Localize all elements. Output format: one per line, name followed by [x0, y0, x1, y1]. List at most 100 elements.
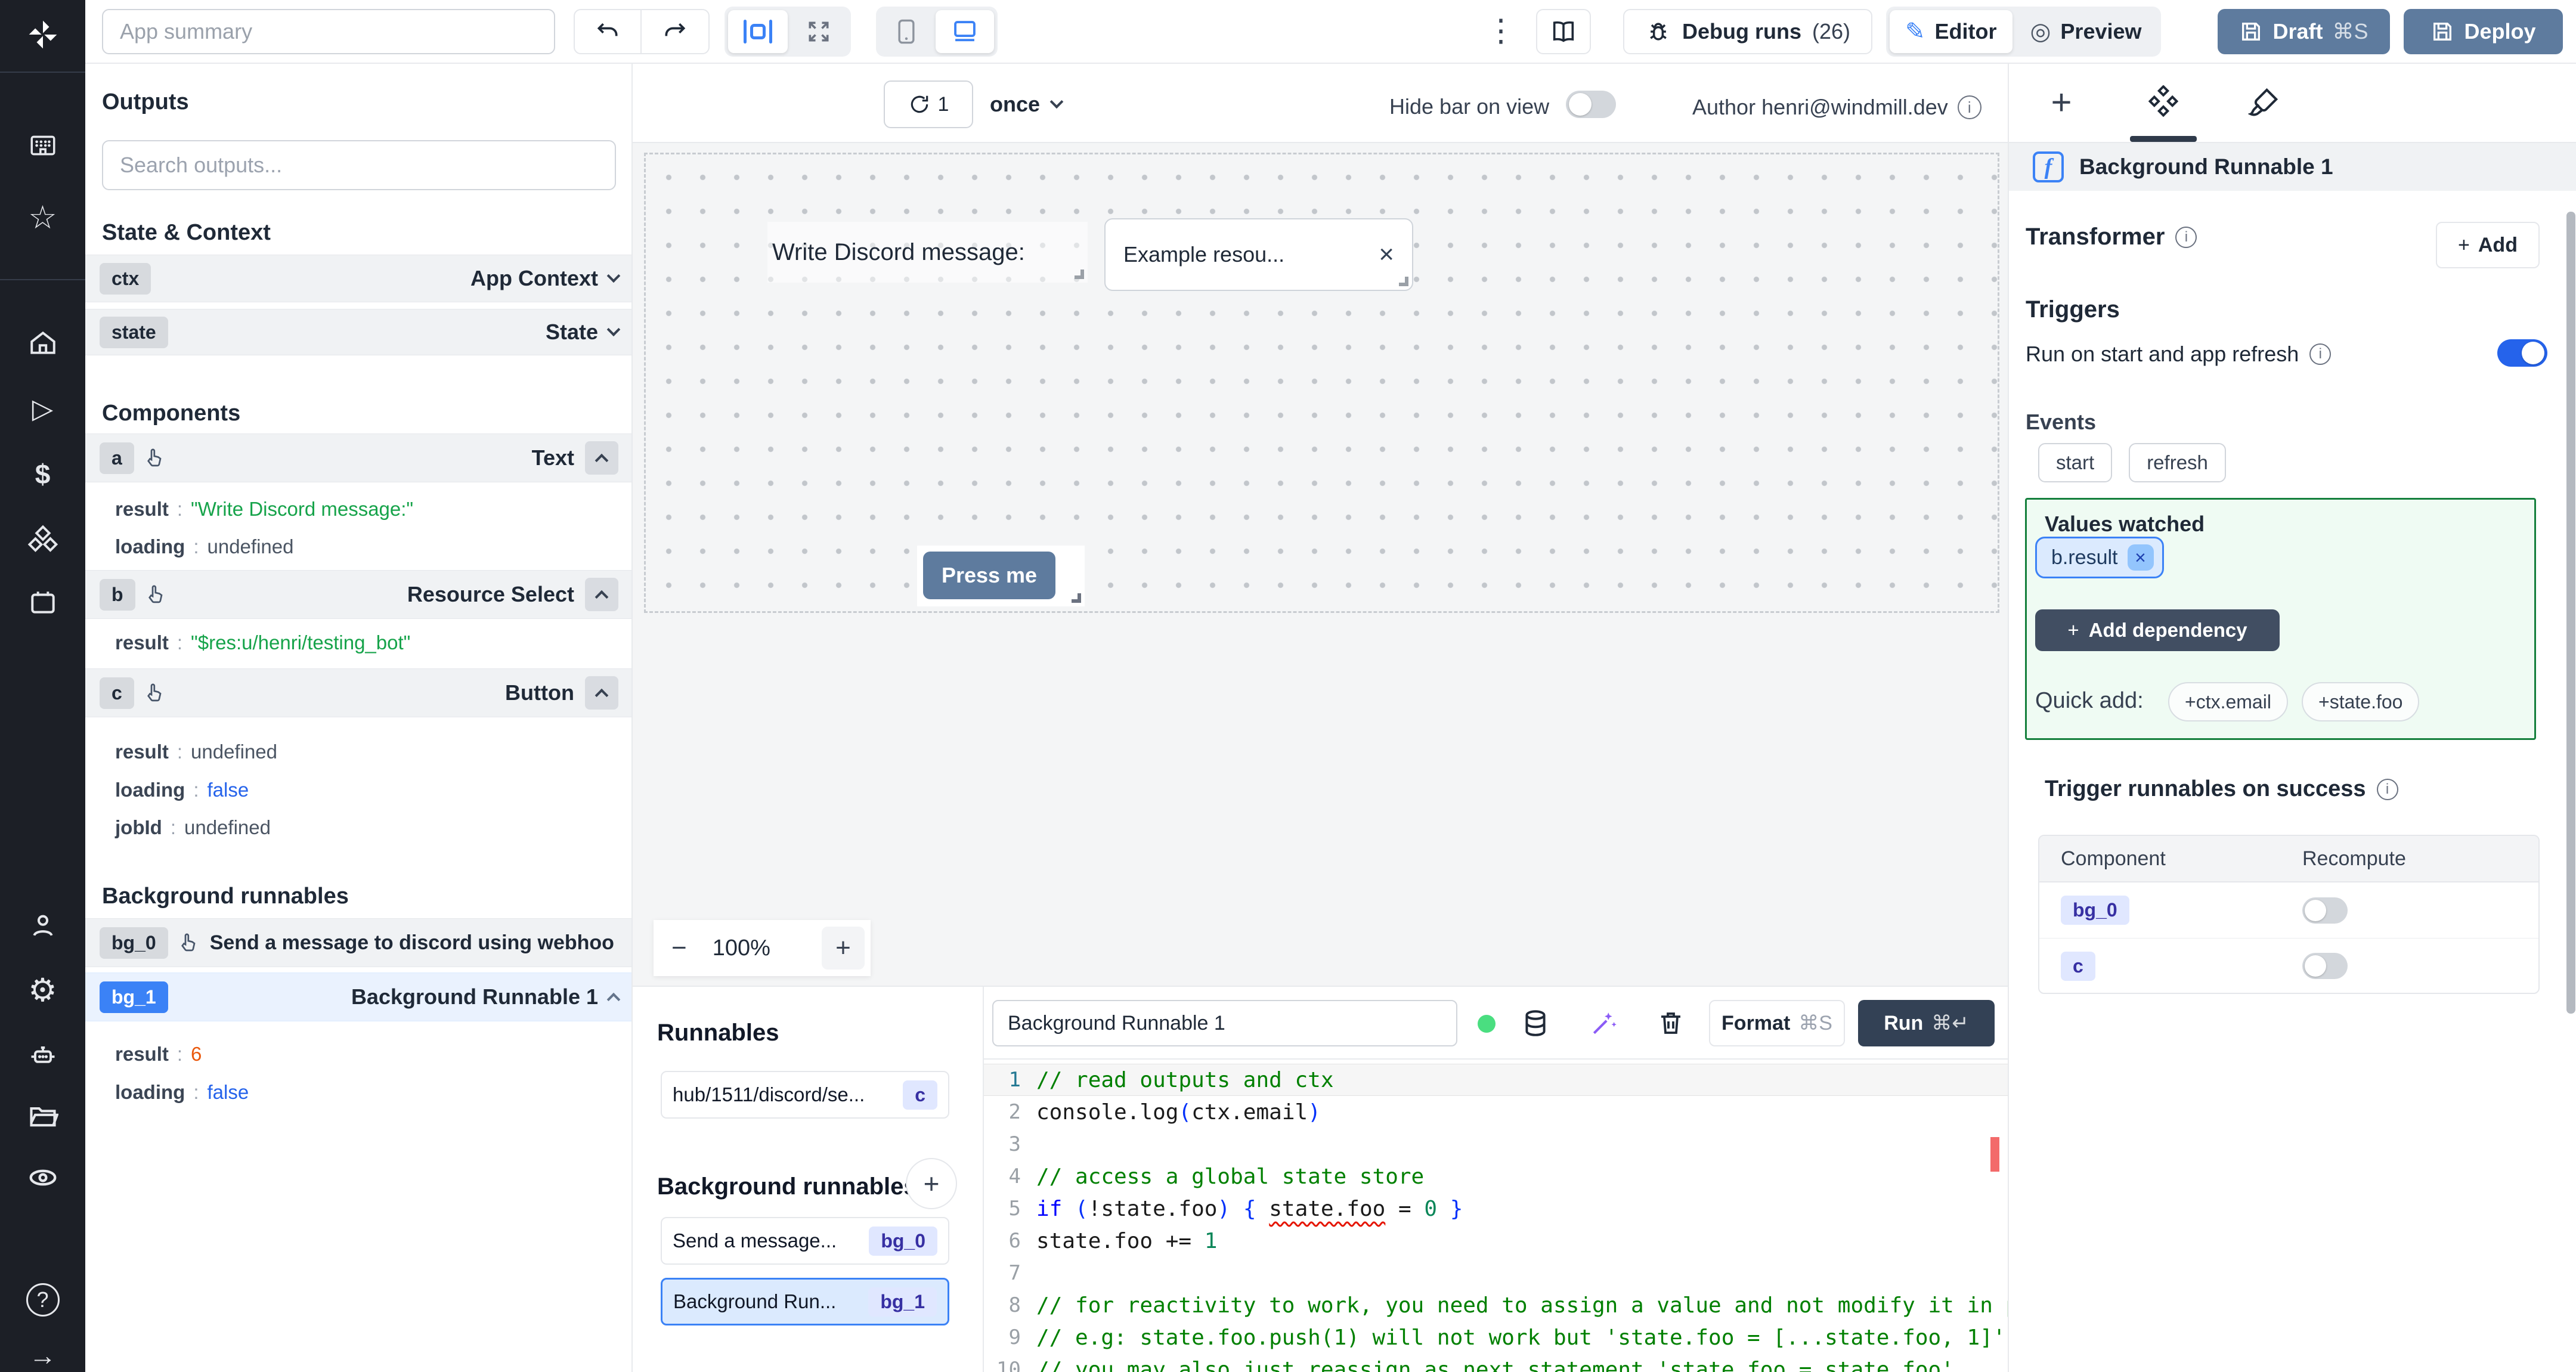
format-button[interactable]: Format ⌘S — [1709, 1000, 1845, 1046]
refresh-count-button[interactable]: 1 — [884, 80, 973, 128]
favorites-star-icon[interactable]: ☆ — [0, 196, 85, 238]
tab-component-settings[interactable] — [2140, 78, 2187, 126]
workers-robot-icon[interactable] — [0, 1035, 85, 1076]
remove-watched-icon[interactable]: × — [2127, 544, 2154, 571]
app-summary-input[interactable] — [102, 9, 555, 54]
clear-selection-icon[interactable]: × — [1379, 240, 1394, 270]
database-icon[interactable] — [1521, 1008, 1550, 1038]
button-component-c-cell[interactable]: Press me — [917, 546, 1085, 606]
schedules-calendar-icon[interactable] — [0, 581, 85, 623]
help-icon[interactable]: ? — [0, 1279, 85, 1321]
resources-cubes-icon[interactable] — [0, 519, 85, 560]
watched-value-chip[interactable]: b.result × — [2035, 537, 2164, 578]
code-area[interactable]: 1// read outputs and ctx 2 console.log(ct… — [984, 1060, 2008, 1372]
press-me-button[interactable]: Press me — [923, 552, 1055, 599]
run-shortcut: ⌘↵ — [1931, 1012, 1969, 1035]
component-b-header[interactable]: b Resource Select — [85, 570, 631, 619]
run-button[interactable]: Run ⌘↵ — [1858, 1000, 1995, 1046]
dollar-icon[interactable]: $ — [0, 453, 85, 495]
add-dependency-button[interactable]: + Add dependency — [2035, 609, 2280, 651]
settings-gear-icon[interactable]: ⚙ — [0, 969, 85, 1011]
info-icon[interactable]: i — [1957, 95, 1981, 119]
search-outputs-input[interactable] — [102, 140, 616, 190]
component-a-header[interactable]: a Text — [85, 433, 631, 482]
draft-button[interactable]: Draft ⌘S — [2218, 9, 2390, 54]
run-on-start-toggle[interactable] — [2497, 339, 2547, 367]
text-component-a[interactable]: Write Discord message: — [767, 222, 1088, 283]
code-line: 9// e.g: state.foo.push(1) will not work… — [1008, 1325, 2006, 1350]
user-icon[interactable] — [0, 905, 85, 946]
info-icon: i — [2309, 343, 2332, 365]
resize-handle[interactable] — [1399, 277, 1408, 286]
collapse-button[interactable] — [585, 578, 618, 611]
hide-bar-toggle[interactable] — [1566, 91, 1616, 118]
docs-book-button[interactable] — [1536, 9, 1591, 54]
selected-runnable-title: Background Runnable 1 — [2079, 154, 2333, 179]
debug-runs-button[interactable]: Debug runs (26) — [1623, 9, 1872, 54]
collapse-button[interactable] — [585, 676, 618, 710]
tab-editor[interactable]: ✎ Editor — [1890, 10, 2012, 53]
redo-button[interactable] — [642, 10, 708, 53]
device-toggle-group — [876, 7, 998, 57]
resource-select-value: Example resou... — [1123, 242, 1285, 267]
ctx-row[interactable]: ctx App Context — [85, 255, 631, 302]
tab-add-component[interactable]: + — [2038, 78, 2085, 126]
deploy-button[interactable]: Deploy — [2404, 9, 2563, 54]
resize-handle[interactable] — [1075, 270, 1084, 279]
state-row[interactable]: state State — [85, 309, 631, 355]
bg0-card-label: Send a message... — [673, 1229, 837, 1252]
collapse-button[interactable] — [585, 441, 618, 475]
ai-wand-icon[interactable] — [1589, 1008, 1619, 1038]
more-menu-icon[interactable]: ⋮ — [1485, 13, 1518, 49]
delete-trash-icon[interactable] — [1657, 1008, 1685, 1037]
zoom-in-icon[interactable]: + — [822, 927, 865, 970]
resource-select-component-b[interactable]: Example resou... × — [1104, 218, 1413, 291]
zoom-out-icon[interactable]: − — [671, 933, 687, 963]
runnables-panel: Runnables hub/1511/discord/se... c Backg… — [633, 986, 984, 1372]
quick-add-ctx-email-label: +ctx.email — [2185, 690, 2271, 713]
runs-play-icon[interactable]: ▷ — [0, 388, 85, 429]
status-dot — [1478, 1015, 1496, 1033]
component-a-type: Text — [531, 445, 574, 470]
bg1-badge: bg_1 — [100, 981, 168, 1013]
pencil-icon: ✎ — [1905, 18, 1925, 45]
home-icon[interactable] — [0, 322, 85, 364]
recompute-toggle[interactable] — [2302, 953, 2348, 979]
triggers-title: Triggers — [2026, 296, 2120, 323]
hub-runnable-label: hub/1511/discord/se... — [673, 1083, 865, 1105]
component-c-header[interactable]: c Button — [85, 668, 631, 717]
resize-handle[interactable] — [1072, 593, 1081, 603]
bg0-header[interactable]: bg_0 Send a message to discord using web… — [85, 918, 631, 967]
quick-add-state-foo[interactable]: +state.foo — [2302, 682, 2420, 721]
hub-runnable-card[interactable]: hub/1511/discord/se... c — [661, 1071, 949, 1119]
runnable-name-input[interactable] — [992, 1000, 1457, 1046]
col-recompute: Recompute — [2302, 847, 2406, 870]
collapse-arrow-icon[interactable]: → — [0, 1334, 85, 1372]
expand-layout-button[interactable] — [790, 10, 847, 53]
output-field: result: "$res:u/henri/testing_bot" — [115, 631, 411, 654]
bg0-runnable-card[interactable]: Send a message... bg_0 — [661, 1217, 949, 1265]
bg1-header[interactable]: bg_1 Background Runnable 1 — [85, 973, 631, 1021]
layout-toggle-group — [724, 7, 851, 57]
schedule-dropdown[interactable]: once — [990, 80, 1064, 128]
center-layout-button[interactable] — [728, 10, 788, 53]
recompute-toggle[interactable] — [2302, 897, 2348, 924]
output-field: result:6 — [115, 1043, 202, 1065]
undo-button[interactable] — [575, 10, 642, 53]
apps-grid-icon[interactable] — [0, 125, 85, 166]
folders-icon[interactable] — [0, 1095, 85, 1137]
add-transformer-button[interactable]: + Add — [2436, 222, 2540, 268]
right-panel-scrollbar[interactable] — [2566, 212, 2575, 1014]
mobile-view-button[interactable] — [880, 10, 933, 53]
windmill-logo-icon[interactable] — [0, 14, 85, 55]
quick-add-ctx-email[interactable]: +ctx.email — [2168, 682, 2288, 721]
chevron-up-icon — [595, 453, 609, 467]
tab-preview[interactable]: ◎ Preview — [2015, 10, 2157, 53]
bg1-runnable-card-selected[interactable]: Background Run... bg_1 — [661, 1278, 949, 1325]
bg0-label: Send a message to discord using webhoo — [209, 931, 614, 954]
tab-theme-brush[interactable] — [2240, 78, 2288, 126]
audit-eye-icon[interactable] — [0, 1157, 85, 1198]
add-bg-runnable-button[interactable]: + — [906, 1158, 957, 1209]
table-header: Component Recompute — [2039, 836, 2538, 882]
desktop-view-button[interactable] — [936, 10, 994, 53]
